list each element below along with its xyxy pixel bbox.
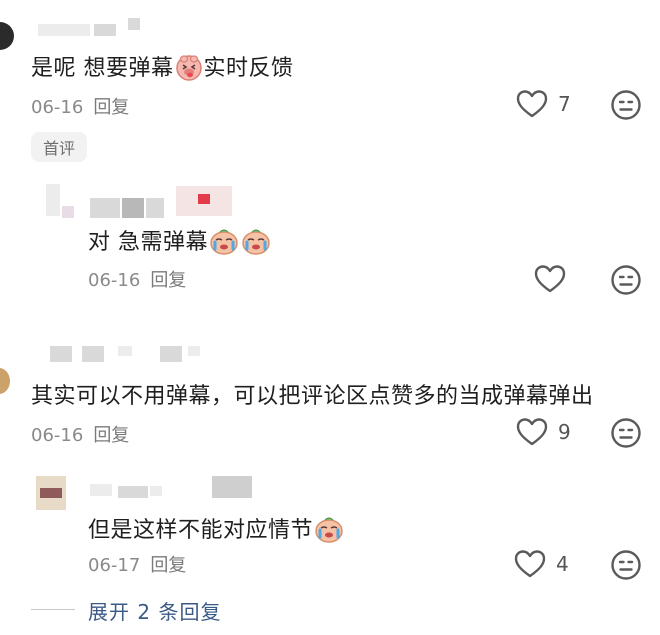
reply-button[interactable]: 回复 — [93, 97, 129, 118]
reply-button[interactable]: 回复 — [93, 425, 129, 446]
crying-emoji — [209, 227, 239, 261]
like-button[interactable]: 9 — [516, 417, 571, 447]
username-redacted[interactable] — [94, 24, 116, 36]
like-count: 9 — [558, 420, 571, 444]
comment-meta: 06-16 回复 — [31, 93, 129, 119]
reply-meta: 06-17 回复 — [88, 551, 186, 577]
crying-emoji — [241, 227, 271, 261]
reply-button[interactable]: 回复 — [150, 555, 186, 576]
username-redacted[interactable] — [82, 346, 104, 362]
first-comment-badge: 首评 — [31, 132, 87, 162]
username-redacted[interactable] — [62, 206, 74, 218]
heart-icon — [516, 90, 548, 118]
avatar[interactable] — [0, 22, 14, 50]
comment-text: 是呢 想要弹幕 实时反馈 — [31, 50, 294, 87]
username-redacted[interactable] — [90, 198, 120, 218]
username-redacted[interactable] — [160, 346, 182, 362]
username-redacted[interactable] — [212, 476, 252, 498]
reply-meta: 06-16 回复 — [88, 266, 186, 292]
heart-icon — [534, 265, 566, 293]
comment-date: 06-16 — [31, 97, 84, 118]
like-count: 4 — [556, 552, 569, 576]
avatar[interactable] — [46, 184, 60, 216]
like-count: 7 — [558, 92, 571, 116]
username-redacted[interactable] — [118, 346, 132, 356]
crying-emoji — [314, 515, 344, 549]
like-button[interactable]: 4 — [514, 549, 569, 579]
expand-divider — [31, 609, 75, 610]
comment-text: 其实可以不用弹幕，可以把评论区点赞多的当成弹幕弹出 — [31, 384, 594, 409]
reply-date: 06-16 — [88, 270, 141, 291]
neutral-face-icon — [611, 265, 641, 295]
username-redacted[interactable] — [90, 484, 112, 496]
like-button[interactable] — [534, 264, 566, 294]
expand-replies-button[interactable]: 展开 2 条回复 — [88, 596, 221, 625]
neutral-face-icon — [611, 418, 641, 448]
heart-icon — [514, 550, 546, 578]
avatar[interactable] — [40, 488, 62, 498]
dislike-button[interactable] — [610, 417, 642, 449]
username-redacted[interactable] — [50, 346, 72, 362]
username-redacted[interactable] — [38, 24, 90, 36]
avatar[interactable] — [0, 368, 10, 394]
username-redacted[interactable] — [122, 198, 144, 218]
dislike-button[interactable] — [610, 549, 642, 581]
username-redacted[interactable] — [146, 198, 164, 218]
neutral-face-icon — [611, 90, 641, 120]
comment-meta: 06-16 回复 — [31, 421, 129, 447]
username-redacted[interactable] — [118, 486, 148, 498]
dislike-button[interactable] — [610, 89, 642, 121]
username-redacted[interactable] — [128, 18, 140, 30]
reply-text: 但是这样不能对应情节 — [88, 512, 345, 549]
heart-icon — [516, 418, 548, 446]
comment-date: 06-16 — [31, 425, 84, 446]
reply-date: 06-17 — [88, 555, 141, 576]
like-button[interactable]: 7 — [516, 89, 571, 119]
username-redacted[interactable] — [198, 194, 210, 204]
pig-tongue-emoji — [175, 53, 203, 87]
reply-button[interactable]: 回复 — [150, 270, 186, 291]
reply-text: 对 急需弹幕 — [88, 224, 272, 261]
dislike-button[interactable] — [610, 264, 642, 296]
username-redacted[interactable] — [188, 346, 200, 356]
neutral-face-icon — [611, 550, 641, 580]
username-redacted[interactable] — [150, 486, 162, 496]
